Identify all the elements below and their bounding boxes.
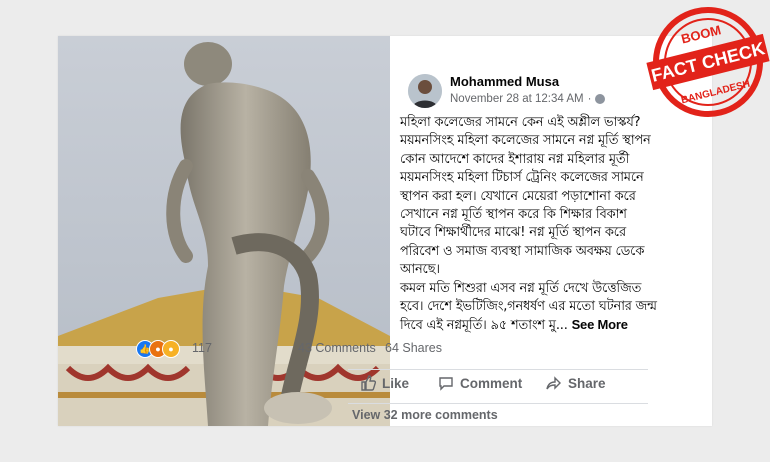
- post-line: স্থাপন করা হল। যেখানে মেয়েরা পড়াশোনা ক…: [400, 188, 636, 204]
- globe-icon: [595, 94, 606, 104]
- sad-reaction-icon: ●: [162, 340, 180, 358]
- reactions-bar: 👍 ● ● 117 43 Comments 64 Shares: [136, 339, 442, 359]
- post-line: পরিবেশ ও সমাজ ব্যবস্থা সামাজিক অবক্ষয় ড…: [400, 243, 645, 259]
- post-line: ঘটাবে শিক্ষার্থীদের মাঝে! নগ্ন মূর্তি স্…: [400, 225, 626, 241]
- post-line: কমল মতি শিশুরা এসব নগ্ন মূর্তি দেখে উত্ত…: [400, 280, 642, 296]
- action-bar: Like Comment Share: [332, 371, 654, 401]
- post-line: ময়মনসিংহ মহিলা টিচার্স ট্রেনিং কলেজের স…: [400, 170, 644, 186]
- thumbs-up-icon: [361, 375, 376, 391]
- avatar[interactable]: [408, 74, 442, 108]
- post-meta: November 28 at 12:34 AM ·: [450, 93, 606, 105]
- post-line: সেখানে নগ্ন মূর্তি স্থাপন করে কি শিক্ষার…: [400, 207, 627, 223]
- fact-check-stamp: FACT CHECK BOOM BANGLADESH: [646, 7, 770, 117]
- meta-separator: ·: [587, 93, 592, 105]
- post-line-truncated: দিবে এই নগ্নমূর্তি। ৯৫ শতাংশ মু...: [400, 318, 568, 334]
- comment-bubble-icon: [439, 377, 453, 391]
- share-label: Share: [568, 375, 606, 391]
- divider: [348, 369, 648, 370]
- post-line: কোন আদেশে কাদের ইশারায় নগ্ন মহিলার মূর্…: [400, 151, 630, 167]
- share-arrow-icon: [546, 376, 561, 390]
- comment-button[interactable]: Comment: [438, 375, 522, 391]
- avatar-image: [408, 74, 442, 108]
- post-line: ময়মনসিংহ মহিলা কলেজের সামনে নগ্ন মূর্তি…: [400, 133, 651, 149]
- post-line: আনছে।: [400, 262, 440, 278]
- view-more-comments-link[interactable]: View 32 more comments: [352, 408, 498, 422]
- comment-label: Comment: [460, 375, 523, 391]
- post-line-last: দিবে এই নগ্নমূর্তি। ৯৫ শতাংশ মু... See M…: [400, 316, 702, 335]
- post-line: হবে। দেশে ইভটিজিং,গনধর্ষণ এর মতো ঘটনার জ…: [400, 299, 657, 315]
- like-label: Like: [382, 375, 410, 391]
- post-body: মহিলা কলেজের সামনে কেন এই অশ্লীল ভাস্কর্…: [400, 114, 702, 336]
- reaction-icons[interactable]: 👍 ● ●: [136, 340, 180, 358]
- comments-count[interactable]: 43 Comments: [298, 341, 376, 355]
- like-button[interactable]: Like: [360, 375, 409, 391]
- post-timestamp[interactable]: November 28 at 12:34 AM: [450, 93, 584, 105]
- share-button[interactable]: Share: [546, 375, 606, 391]
- divider: [348, 403, 648, 404]
- shares-count[interactable]: 64 Shares: [385, 341, 442, 355]
- post-card: Mohammed Musa November 28 at 12:34 AM · …: [58, 36, 712, 426]
- stamp-main-text: FACT CHECK: [649, 38, 766, 85]
- see-more-link[interactable]: See More: [572, 317, 628, 332]
- reaction-count[interactable]: 117: [192, 341, 212, 355]
- statue-photo: [58, 36, 390, 426]
- author-name[interactable]: Mohammed Musa: [450, 74, 559, 89]
